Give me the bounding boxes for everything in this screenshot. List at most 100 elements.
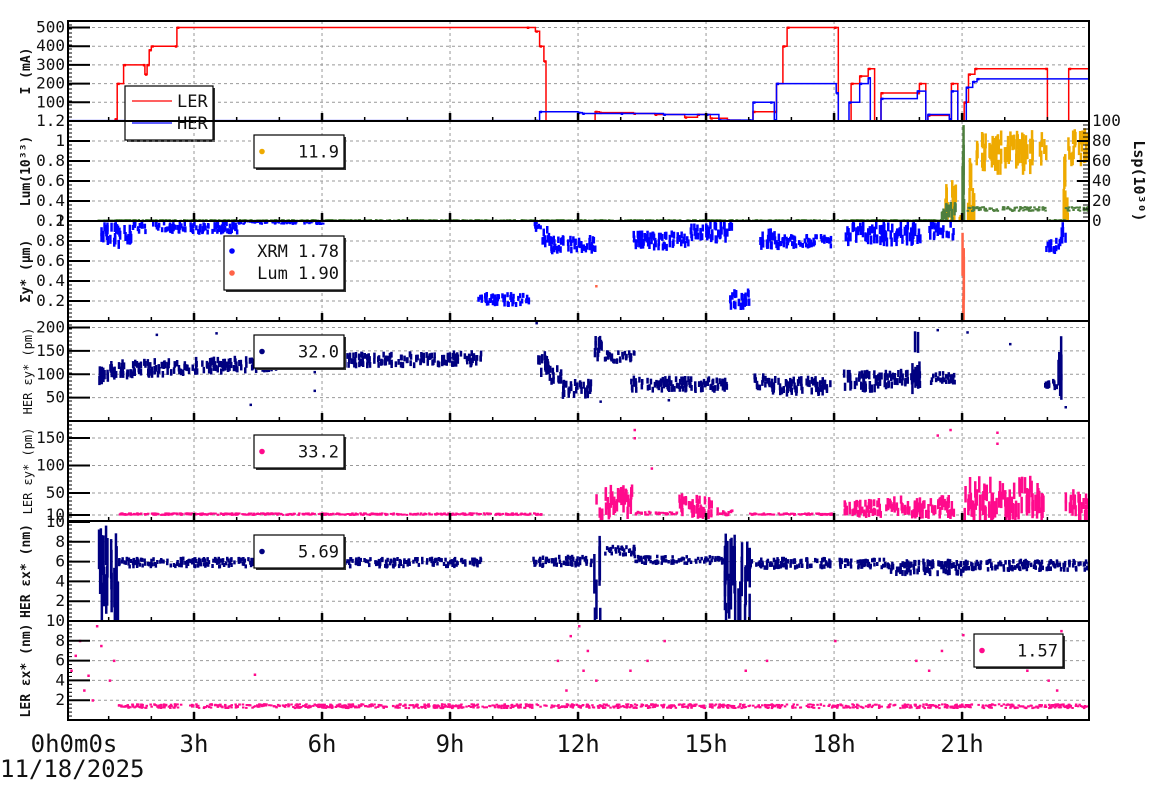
- data-point: [231, 224, 234, 229]
- data-point: [1030, 481, 1033, 498]
- data-point: [1002, 207, 1005, 209]
- data-point: [584, 392, 587, 399]
- data-point: [576, 383, 579, 390]
- data-point: [124, 64, 127, 67]
- data-point: [314, 390, 317, 393]
- data-point: [139, 223, 142, 228]
- data-point: [768, 378, 771, 384]
- data-point: [535, 322, 538, 325]
- data-point: [679, 379, 682, 385]
- y-tick-label: 300: [36, 55, 65, 74]
- data-point: [809, 513, 812, 515]
- data-point: [929, 228, 932, 235]
- data-point: [557, 237, 560, 244]
- data-point: [149, 362, 152, 369]
- data-point: [901, 570, 904, 576]
- data-point: [887, 502, 890, 510]
- data-point: [794, 236, 797, 241]
- data-point: [621, 352, 624, 357]
- data-point: [151, 371, 154, 378]
- data-point: [147, 359, 150, 366]
- data-point: [556, 365, 559, 372]
- data-point: [549, 366, 552, 373]
- data-point: [460, 513, 463, 515]
- data-point: [229, 358, 232, 364]
- data-point: [129, 512, 132, 514]
- data-point: [1020, 208, 1023, 210]
- data-point: [918, 566, 921, 572]
- data-point: [416, 557, 419, 561]
- data-point: [685, 496, 688, 504]
- data-point: [628, 350, 631, 355]
- data-point: [212, 513, 215, 515]
- data-point: [900, 221, 903, 230]
- data-point: [881, 98, 884, 101]
- data-point: [559, 372, 562, 379]
- data-point: [1011, 497, 1014, 513]
- y-tick-label: 100: [36, 92, 65, 111]
- data-point: [896, 228, 899, 237]
- data-point: [479, 560, 482, 564]
- data-point: [878, 558, 881, 562]
- data-point: [135, 561, 138, 565]
- data-point: [233, 514, 236, 516]
- data-point: [202, 228, 205, 233]
- data-point: [767, 559, 770, 564]
- data-point: [445, 514, 448, 516]
- data-point: [905, 370, 908, 377]
- data-point: [985, 208, 988, 210]
- data-point: [220, 559, 223, 563]
- data-point: [937, 434, 940, 437]
- data-point: [520, 513, 523, 515]
- data-point: [704, 556, 707, 560]
- data-point: [690, 224, 693, 231]
- data-point: [403, 356, 406, 362]
- data-point: [947, 500, 950, 508]
- data-point: [544, 236, 547, 244]
- data-point: [894, 233, 897, 242]
- data-point: [586, 243, 589, 250]
- data-point: [312, 513, 315, 515]
- data-point: [432, 563, 435, 567]
- data-point: [270, 512, 273, 514]
- data-point: [740, 303, 743, 311]
- data-point: [192, 365, 195, 371]
- data-point: [394, 561, 397, 565]
- data-point: [350, 514, 353, 516]
- data-point: [565, 381, 568, 388]
- data-point: [401, 514, 404, 516]
- data-point: [936, 570, 939, 576]
- data-point: [657, 513, 660, 515]
- data-point: [621, 487, 624, 499]
- data-point: [121, 359, 124, 366]
- data-point: [790, 559, 793, 564]
- data-point: [444, 558, 447, 562]
- y-tick-label: 0.4: [36, 191, 65, 210]
- data-point: [734, 291, 737, 299]
- data-point: [133, 558, 136, 562]
- data-point: [994, 156, 997, 171]
- data-point: [815, 513, 818, 515]
- data-point: [698, 510, 701, 518]
- data-point: [723, 222, 726, 230]
- data-point: [162, 371, 165, 378]
- data-point: [876, 500, 879, 507]
- data-point: [506, 292, 509, 297]
- data-point: [623, 548, 626, 552]
- data-point: [457, 513, 460, 515]
- data-point: [428, 512, 431, 514]
- data-point: [638, 377, 641, 383]
- data-point: [646, 378, 649, 384]
- data-point: [665, 244, 668, 251]
- data-point: [873, 234, 876, 243]
- data-point: [1068, 146, 1071, 160]
- data-point: [316, 223, 319, 225]
- data-point: [594, 336, 597, 345]
- data-point: [625, 545, 628, 549]
- data-point: [519, 301, 522, 306]
- data-point: [293, 513, 296, 515]
- data-point: [863, 381, 866, 389]
- data-point: [725, 603, 728, 643]
- data-point: [567, 562, 570, 567]
- data-point: [234, 223, 237, 228]
